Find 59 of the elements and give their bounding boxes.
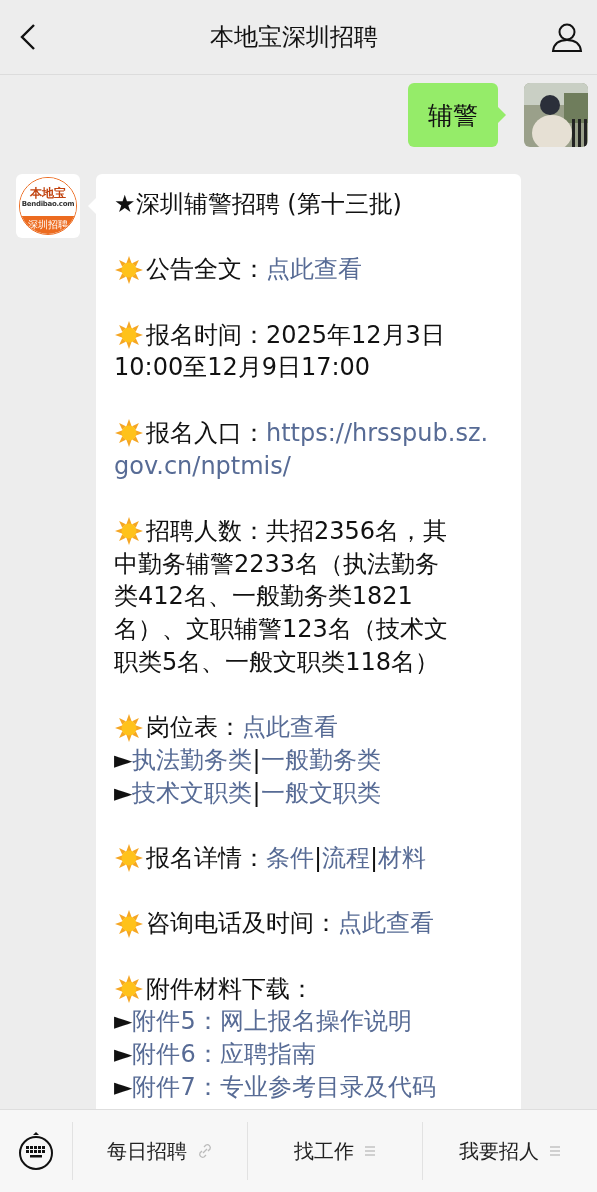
message-text: ★深圳辅警招聘 (第十三批)	[114, 189, 402, 220]
message-text: 公告全文：	[146, 254, 266, 286]
link[interactable]: 流程	[322, 841, 371, 875]
message-text: ►	[114, 744, 133, 776]
logo-text: 本地宝	[30, 186, 66, 200]
link[interactable]: 附件7：专业参考目录及代码	[132, 1070, 436, 1104]
message-text: 咨询电话及时间：	[146, 908, 338, 940]
sun-icon	[114, 974, 144, 1005]
sun-icon	[114, 516, 144, 547]
message-text: 招聘人数：共招2356名，其	[146, 515, 448, 547]
link[interactable]: 附件5：网上报名操作说明	[132, 1005, 412, 1039]
message-text: 岗位表：	[146, 712, 242, 744]
link-icon	[197, 1143, 213, 1159]
link[interactable]: 一般勤务类	[260, 743, 381, 777]
message-text: |	[252, 744, 261, 776]
sun-icon	[114, 418, 144, 449]
link[interactable]: 一般文职类	[260, 776, 381, 810]
chat-title: 本地宝深圳招聘	[209, 22, 378, 53]
link[interactable]: gov.cn/nptmis/	[114, 449, 291, 483]
message-text: 报名详情：	[146, 842, 266, 874]
message-text: 报名时间：2025年12月3日	[146, 319, 445, 351]
person-icon[interactable]	[551, 22, 583, 52]
menu-icon	[549, 1145, 561, 1157]
message-text: 名）、文职辅警123名（技术文	[114, 614, 448, 646]
sun-icon	[114, 254, 144, 285]
back-icon[interactable]	[20, 23, 36, 51]
message-text: |	[252, 777, 261, 809]
link[interactable]: 点此查看	[266, 253, 362, 287]
sun-icon	[114, 712, 144, 743]
message-text: 类412名、一般勤务类1821	[114, 581, 413, 613]
message-text: |	[370, 842, 379, 874]
message-text: 附件材料下载：	[146, 973, 314, 1005]
message-text: 10:00至12月9日17:00	[114, 352, 371, 384]
menu-button[interactable]: 每日招聘	[73, 1122, 247, 1180]
sun-icon	[114, 908, 144, 939]
message-text: 职类5名、一般文职类118名）	[114, 646, 440, 678]
bubble-tail	[498, 107, 506, 123]
message-text: ►	[114, 1039, 133, 1071]
message-text: 报名入口：	[146, 417, 266, 449]
link[interactable]: 执法勤务类	[132, 743, 253, 777]
sun-icon	[114, 320, 144, 351]
message-text: ►	[114, 1006, 133, 1038]
link[interactable]: 条件	[266, 841, 314, 875]
link[interactable]: 附件6：应聘指南	[132, 1038, 316, 1071]
message-text: ►	[114, 777, 133, 809]
menu-button[interactable]: 我要招人	[422, 1122, 597, 1180]
sent-message: 辅警	[408, 83, 498, 147]
link[interactable]: https://hrsspub.sz.	[266, 416, 489, 450]
message-text: |	[314, 842, 323, 874]
sun-icon	[114, 843, 144, 874]
menu-button[interactable]: 找工作	[247, 1122, 422, 1180]
message-text: 中勤务辅警2233名（执法勤务	[114, 548, 440, 580]
keyboard-icon[interactable]	[17, 1130, 55, 1172]
message-text: ►	[114, 1071, 133, 1103]
link[interactable]: 技术文职类	[132, 776, 253, 810]
link[interactable]: 点此查看	[242, 711, 338, 744]
link[interactable]: 材料	[378, 841, 427, 875]
link[interactable]: 点此查看	[338, 907, 434, 941]
menu-icon	[364, 1145, 376, 1157]
